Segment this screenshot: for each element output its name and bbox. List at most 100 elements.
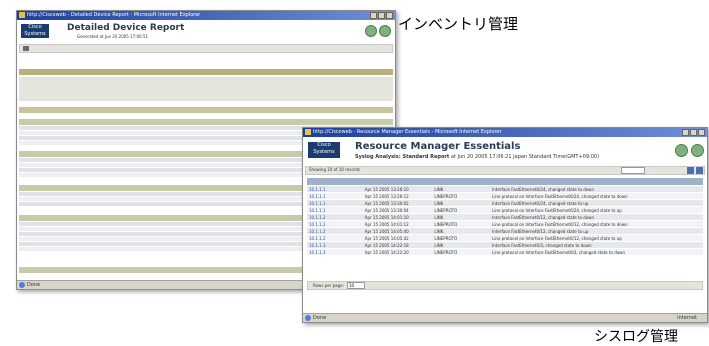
done-icon [305, 315, 311, 321]
syslog-caption: シスログ管理 [594, 329, 678, 345]
rows-per-page-select[interactable]: 10 [347, 282, 365, 289]
toolbar-strip [19, 44, 393, 53]
message-cell: Line protocol on Interface FastEthernet0… [492, 194, 628, 199]
close-button[interactable] [386, 12, 393, 19]
time-cell: Apr 15 2005 14:01:10 [364, 215, 409, 220]
message-cell: Line protocol on Interface FastEthernet0… [492, 250, 625, 255]
report-toolbar [305, 166, 705, 175]
maximize-button[interactable] [378, 12, 385, 19]
table-row[interactable]: 10.1.1.2 Apr 15 2005 14:01:12 LINEPROTO Lin… [307, 221, 703, 228]
time-cell: Apr 15 2005 13:30:04 [364, 208, 409, 213]
message-cell: Interface FastEthernet0/12, changed stat… [492, 215, 595, 220]
time-cell: Apr 15 2005 14:05:40 [364, 229, 409, 234]
summary-block [19, 77, 393, 101]
time-cell: Apr 15 2005 13:26:10 [364, 187, 409, 192]
type-cell: LINEPROTO [434, 222, 458, 227]
message-cell: Line protocol on Interface FastEthernet0… [492, 208, 622, 213]
last-page-button[interactable] [696, 167, 703, 174]
type-cell: LINEPROTO [434, 236, 458, 241]
section-header-summary [19, 69, 393, 75]
type-cell: LINEPROTO [434, 194, 458, 199]
minimize-button[interactable] [682, 129, 689, 136]
type-cell: LINEPROTO [434, 208, 458, 213]
page-subtitle: Syslog Analysis: Standard Report at Jun … [355, 154, 599, 160]
status-bar: Done Internet [303, 313, 707, 322]
report-time: at Jun 20 2005 17:06:21 Japan Standard T… [450, 154, 600, 160]
rows-per-page-label: Rows per page: [313, 283, 344, 288]
column-header-row [307, 178, 703, 185]
window-titlebar[interactable]: http://Ciscoweb - Resource Manager Essen… [303, 128, 707, 137]
table-row[interactable]: 10.1.1.1 Apr 15 2005 13:26:10 LINK Interfac… [307, 186, 703, 193]
record-count: Showing 10 of 10 records [309, 167, 360, 172]
message-cell: Interface FastEthernet0/12, changed stat… [492, 229, 589, 234]
device-cell[interactable]: 10.1.1.1 [307, 193, 363, 199]
time-cell: Apr 15 2005 13:26:12 [364, 194, 409, 199]
time-cell: Apr 15 2005 13:30:02 [364, 201, 409, 206]
time-cell: Apr 15 2005 14:22:20 [364, 250, 409, 255]
time-cell: Apr 15 2005 14:01:12 [364, 222, 409, 227]
cisco-logo: Cisco Systems [21, 24, 49, 38]
table-row[interactable]: 10.1.1.3 Apr 15 2005 14:22:20 LINEPROTO Lin… [307, 249, 703, 256]
window-controls [370, 12, 393, 19]
table-row[interactable]: 10.1.1.1 Apr 15 2005 13:30:04 LINEPROTO Lin… [307, 207, 703, 214]
message-cell: Interface FastEthernet0/3, changed state… [492, 243, 592, 248]
table-row[interactable]: 10.1.1.2 Apr 15 2005 14:05:42 LINEPROTO Lin… [307, 235, 703, 242]
resource-manager-window: http://Ciscoweb - Resource Manager Essen… [302, 127, 708, 323]
device-header [19, 107, 393, 113]
page-subtitle: Generated at Jun 20 2005 17:06:51 [77, 34, 149, 39]
help-icon[interactable] [365, 25, 377, 37]
minimize-button[interactable] [370, 12, 377, 19]
syslog-table: 10.1.1.1 Apr 15 2005 13:26:10 LINK Interfac… [307, 186, 703, 256]
next-page-button[interactable] [687, 167, 694, 174]
report-name: Syslog Analysis: Standard Report [355, 154, 450, 160]
close-report-icon[interactable] [379, 25, 391, 37]
done-icon [19, 282, 25, 288]
message-cell: Interface FastEthernet0/24, changed stat… [492, 201, 589, 206]
close-report-icon[interactable] [691, 144, 704, 157]
page-title: Detailed Device Report [67, 23, 185, 33]
cisco-logo: Cisco Systems [308, 142, 340, 158]
device-cell[interactable]: 10.1.1.2 [307, 214, 363, 220]
status-text: Done [313, 315, 327, 321]
table-row[interactable]: 10.1.1.2 Apr 15 2005 14:05:40 LINK Interfac… [307, 228, 703, 235]
device-cell[interactable]: 10.1.1.3 [307, 249, 363, 255]
device-cell[interactable]: 10.1.1.1 [307, 186, 363, 192]
message-cell: Line protocol on Interface FastEthernet0… [492, 236, 622, 241]
table-row[interactable]: 10.1.1.1 Apr 15 2005 13:26:12 LINEPROTO Lin… [307, 193, 703, 200]
zone-label: Internet [677, 315, 697, 321]
type-cell: LINEPROTO [434, 250, 458, 255]
device-cell[interactable]: 10.1.1.1 [307, 200, 363, 206]
table-row[interactable]: 10.1.1.1 Apr 15 2005 13:30:02 LINK Interfac… [307, 200, 703, 207]
section-header-identity [19, 119, 393, 125]
inventory-caption: インベントリ管理 [398, 15, 519, 33]
time-cell: Apr 15 2005 14:05:42 [364, 236, 409, 241]
page-title: Resource Manager Essentials [355, 141, 521, 152]
type-cell: LINK [434, 229, 444, 234]
browser-icon [19, 12, 25, 18]
maximize-button[interactable] [690, 129, 697, 136]
type-cell: LINK [434, 243, 444, 248]
type-cell: LINK [434, 215, 444, 220]
device-cell[interactable]: 10.1.1.2 [307, 221, 363, 227]
type-cell: LINK [434, 201, 444, 206]
message-cell: Interface FastEthernet0/24, changed stat… [492, 187, 595, 192]
table-row[interactable]: 10.1.1.2 Apr 15 2005 14:01:10 LINK Interfac… [307, 214, 703, 221]
device-cell[interactable]: 10.1.1.2 [307, 235, 363, 241]
pagination-bar [307, 281, 703, 290]
device-cell[interactable]: 10.1.1.3 [307, 242, 363, 248]
time-cell: Apr 15 2005 14:22:18 [364, 243, 409, 248]
table-row[interactable]: 10.1.1.3 Apr 15 2005 14:22:18 LINK Interfac… [307, 242, 703, 249]
message-cell: Line protocol on Interface FastEthernet0… [492, 222, 628, 227]
window-title: http://Ciscoweb - Detailed Device Report… [27, 12, 201, 18]
window-controls [682, 129, 705, 136]
help-icon[interactable] [675, 144, 688, 157]
status-text: Done [27, 282, 41, 288]
window-titlebar[interactable]: http://Ciscoweb - Detailed Device Report… [17, 11, 395, 20]
close-button[interactable] [698, 129, 705, 136]
device-cell[interactable]: 10.1.1.1 [307, 207, 363, 213]
browser-icon [305, 129, 311, 135]
type-cell: LINK [434, 187, 444, 192]
page-selector[interactable] [621, 167, 645, 174]
device-cell[interactable]: 10.1.1.2 [307, 228, 363, 234]
print-icon[interactable] [23, 46, 29, 51]
